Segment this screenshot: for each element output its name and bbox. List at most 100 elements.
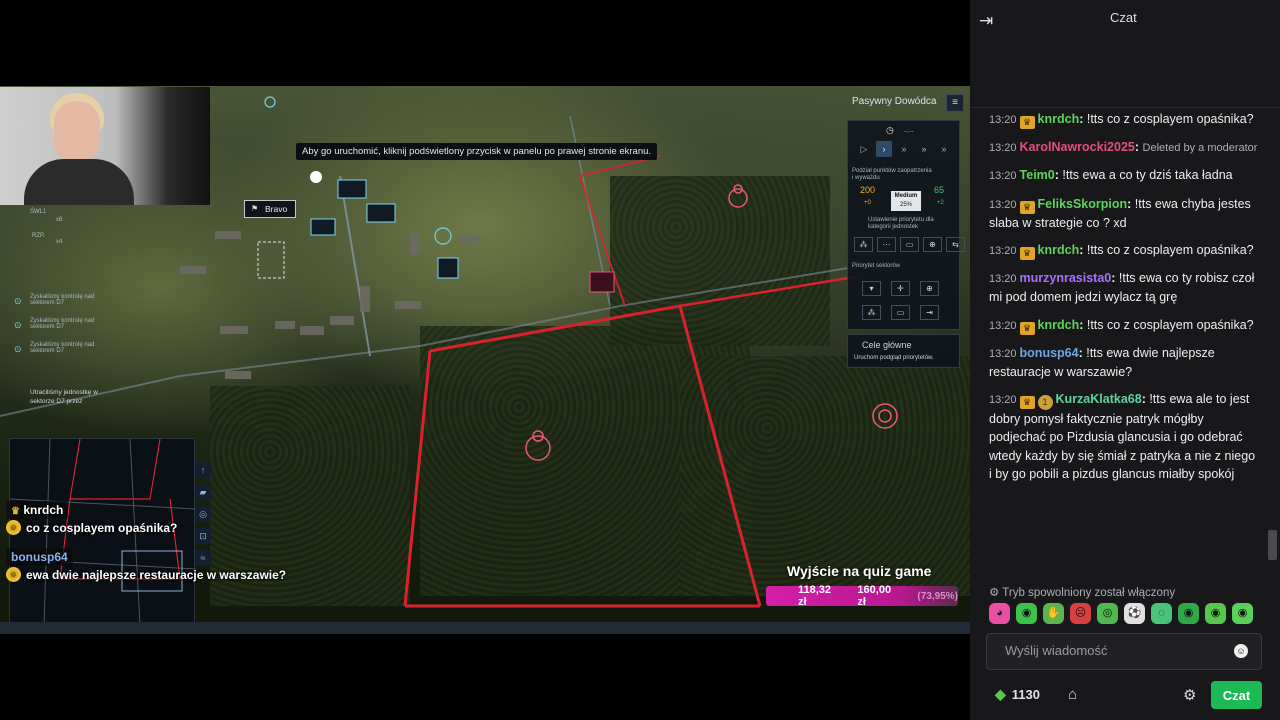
commander-mode-label: Pasywny Dowódca xyxy=(852,96,937,107)
sector-priority-label: Priorytet sektorów xyxy=(852,263,901,269)
goals-title: Cele główne xyxy=(862,340,912,350)
vehicle-button[interactable]: ▭ xyxy=(900,237,919,252)
hand-emote-icon[interactable]: ✋ xyxy=(1043,603,1064,624)
hud-menu-button[interactable]: ≡ xyxy=(946,94,964,112)
sector-in-button[interactable]: ⁂ xyxy=(862,305,881,320)
pepe-emote-icon[interactable]: ◉ xyxy=(1178,603,1199,624)
quiz-percent: (73,95%) xyxy=(917,590,958,602)
focus-icon[interactable]: ⊡ xyxy=(195,528,211,544)
pause-button[interactable]: ▷ xyxy=(856,141,872,157)
chat-username[interactable]: murzynrasista0 xyxy=(1020,271,1112,285)
crown-badge-icon: ♛ xyxy=(1019,321,1035,335)
chat-timestamp: 13:20 xyxy=(989,170,1017,183)
chat-input-box[interactable]: ☺ xyxy=(986,633,1262,670)
green-emote-icon[interactable]: ◉ xyxy=(1016,603,1037,624)
settings-gear-icon[interactable]: ⚙ xyxy=(1183,686,1196,704)
sector-center-button[interactable]: ✛ xyxy=(891,281,910,296)
webcam-face xyxy=(54,101,100,161)
main-goals-panel[interactable]: Cele główne Uruchom podgląd priorytetów. xyxy=(847,334,960,368)
air-button[interactable]: ⇆ xyxy=(946,237,965,252)
minimap-tools: ↑ ▰ ◎ ⊡ ≈ xyxy=(195,462,213,566)
chat-separator: : xyxy=(1079,243,1087,258)
video-player[interactable]: Aby go uruchomić, kliknij podświetlony p… xyxy=(0,0,970,720)
supply-mode-badge[interactable]: Medium 25% xyxy=(891,191,921,211)
chat-timestamp: 13:20 xyxy=(989,319,1017,332)
objective-message: Zyskaliśmy kontrolę nad sektorem D7 xyxy=(30,294,95,306)
objective-icon: ⊙ xyxy=(14,344,22,354)
chat-username[interactable]: KarolNawrocki2025 xyxy=(1020,140,1135,154)
chat-username[interactable]: KurzaKlatka68 xyxy=(1056,392,1142,406)
chat-scrollbar[interactable] xyxy=(1268,530,1277,560)
overlay-chat-user: bonusp64 xyxy=(6,548,73,566)
store-icon[interactable]: ⌂ xyxy=(1068,686,1077,703)
frog-emote-icon[interactable]: ◎ xyxy=(1097,603,1118,624)
objective-icon: ⊙ xyxy=(14,296,22,306)
chat-message: 13:20 ♛ FeliksSkorpion: !tts ewa chyba jes… xyxy=(989,195,1261,232)
pepe2-emote-icon[interactable]: ◉ xyxy=(1205,603,1226,624)
chat-timestamp: 13:20 xyxy=(989,394,1017,407)
emote-picker-icon[interactable]: ☺ xyxy=(1234,644,1248,658)
crown-badge-icon: ♛ xyxy=(1019,116,1035,129)
webcam-body xyxy=(24,159,134,205)
chat-text: !tts co z cosplayem opaśnika? xyxy=(1086,243,1254,258)
chat-separator: : xyxy=(1079,112,1087,126)
chat-message: 13:20 bonusp64: !tts ewa dwie najlepsze r… xyxy=(989,344,1261,381)
chat-username[interactable]: knrdch xyxy=(1038,243,1080,257)
speed-2-button[interactable]: » xyxy=(896,141,912,157)
overlay-chat-text: ewa dwie najlepsze restauracje w warszaw… xyxy=(26,567,287,582)
hud-control-panel: ◷ --:-- ▷ › » » » Podział punktów zaopat… xyxy=(847,120,965,330)
overlay-chat-text: co z cosplayem opaśnika? xyxy=(26,520,178,535)
chat-timestamp: 13:20 xyxy=(989,245,1017,258)
crown-badge-icon: ♛ xyxy=(1019,247,1035,261)
channel-points-icon: ◆ xyxy=(995,686,1006,702)
slow-mode-text: Tryb spowolniony został włączony xyxy=(1002,587,1176,599)
soccer-emote-icon[interactable]: ⚽ xyxy=(1124,603,1145,624)
unit-label[interactable]: ⚑ Bravo xyxy=(244,200,297,218)
angry-emote-icon[interactable]: ☹ xyxy=(1070,603,1091,624)
chat-input[interactable] xyxy=(1005,643,1225,658)
sector-hold-button[interactable]: ▭ xyxy=(891,305,910,320)
sector-out-button[interactable]: ⇥ xyxy=(920,305,939,320)
supply-left-delta: +0 xyxy=(864,200,871,206)
supply-left-value: 200 xyxy=(860,185,876,195)
chat-title: Czat xyxy=(1110,10,1137,25)
quiz-goal: 160,00 zł xyxy=(857,584,892,608)
chat-timestamp: 13:20 xyxy=(989,273,1017,286)
vehicle-icon[interactable]: ▰ xyxy=(195,484,211,500)
emoji-icon: ☺ xyxy=(6,520,21,535)
armor-button[interactable]: ⊕ xyxy=(923,237,942,252)
sector-pair-button[interactable]: ⊕ xyxy=(920,281,939,296)
sub-badge-icon: 1 xyxy=(1037,395,1053,411)
send-chat-button[interactable]: Czat xyxy=(1211,681,1262,709)
clock-icon: ◷ xyxy=(886,125,894,135)
chat-message: 13:20 ♛ knrdch: !tts co z cosplayem opaśni… xyxy=(989,241,1261,261)
quiz-current: 118,32 zł xyxy=(798,584,832,608)
infantry-button[interactable]: ⁂ xyxy=(854,237,873,252)
speed-1-button[interactable]: › xyxy=(876,141,892,157)
chat-username[interactable]: Teim0 xyxy=(1020,168,1055,182)
chat-separator: : xyxy=(1111,271,1119,286)
chat-header: ⇥ Czat xyxy=(970,0,1280,108)
category-priority-buttons: ⁂ ⋯ ▭ ⊕ ⇆ xyxy=(854,237,965,252)
chat-username[interactable]: bonusp64 xyxy=(1020,346,1079,360)
chat-username[interactable]: FeliksSkorpion xyxy=(1038,197,1128,211)
speed-4-button[interactable]: » xyxy=(936,141,952,157)
chat-username[interactable]: knrdch xyxy=(1038,112,1080,126)
chat-messages: 13:20 ♛ knrdch: !tts co z cosplayem opaśni… xyxy=(989,110,1261,574)
pepe3-emote-icon[interactable]: ◉ xyxy=(1232,603,1253,624)
chat-text: !tts co z cosplayem opaśnika? xyxy=(1086,317,1254,332)
chat-username[interactable]: knrdch xyxy=(1038,318,1080,332)
overlay-chat-user-name: knrdch xyxy=(23,503,64,517)
chat-emote-icon[interactable]: ◌ xyxy=(1151,603,1172,624)
sector-down-button[interactable]: ▾ xyxy=(862,281,881,296)
speed-3-button[interactable]: » xyxy=(916,141,932,157)
chat-timestamp: 13:20 xyxy=(989,142,1017,155)
target-icon[interactable]: ◎ xyxy=(195,506,211,522)
recon-button[interactable]: ⋯ xyxy=(877,237,896,252)
channel-points[interactable]: ◆ 1130 xyxy=(995,686,1040,703)
unit-up-icon[interactable]: ↑ xyxy=(195,462,211,478)
pink-emote-icon[interactable]: ◕ xyxy=(989,603,1010,624)
signal-icon[interactable]: ≈ xyxy=(195,550,211,566)
collapse-chat-icon[interactable]: ⇥ xyxy=(979,11,993,31)
supply-label: Podział punktów zaopatrzenia i wyważdu xyxy=(852,168,932,181)
